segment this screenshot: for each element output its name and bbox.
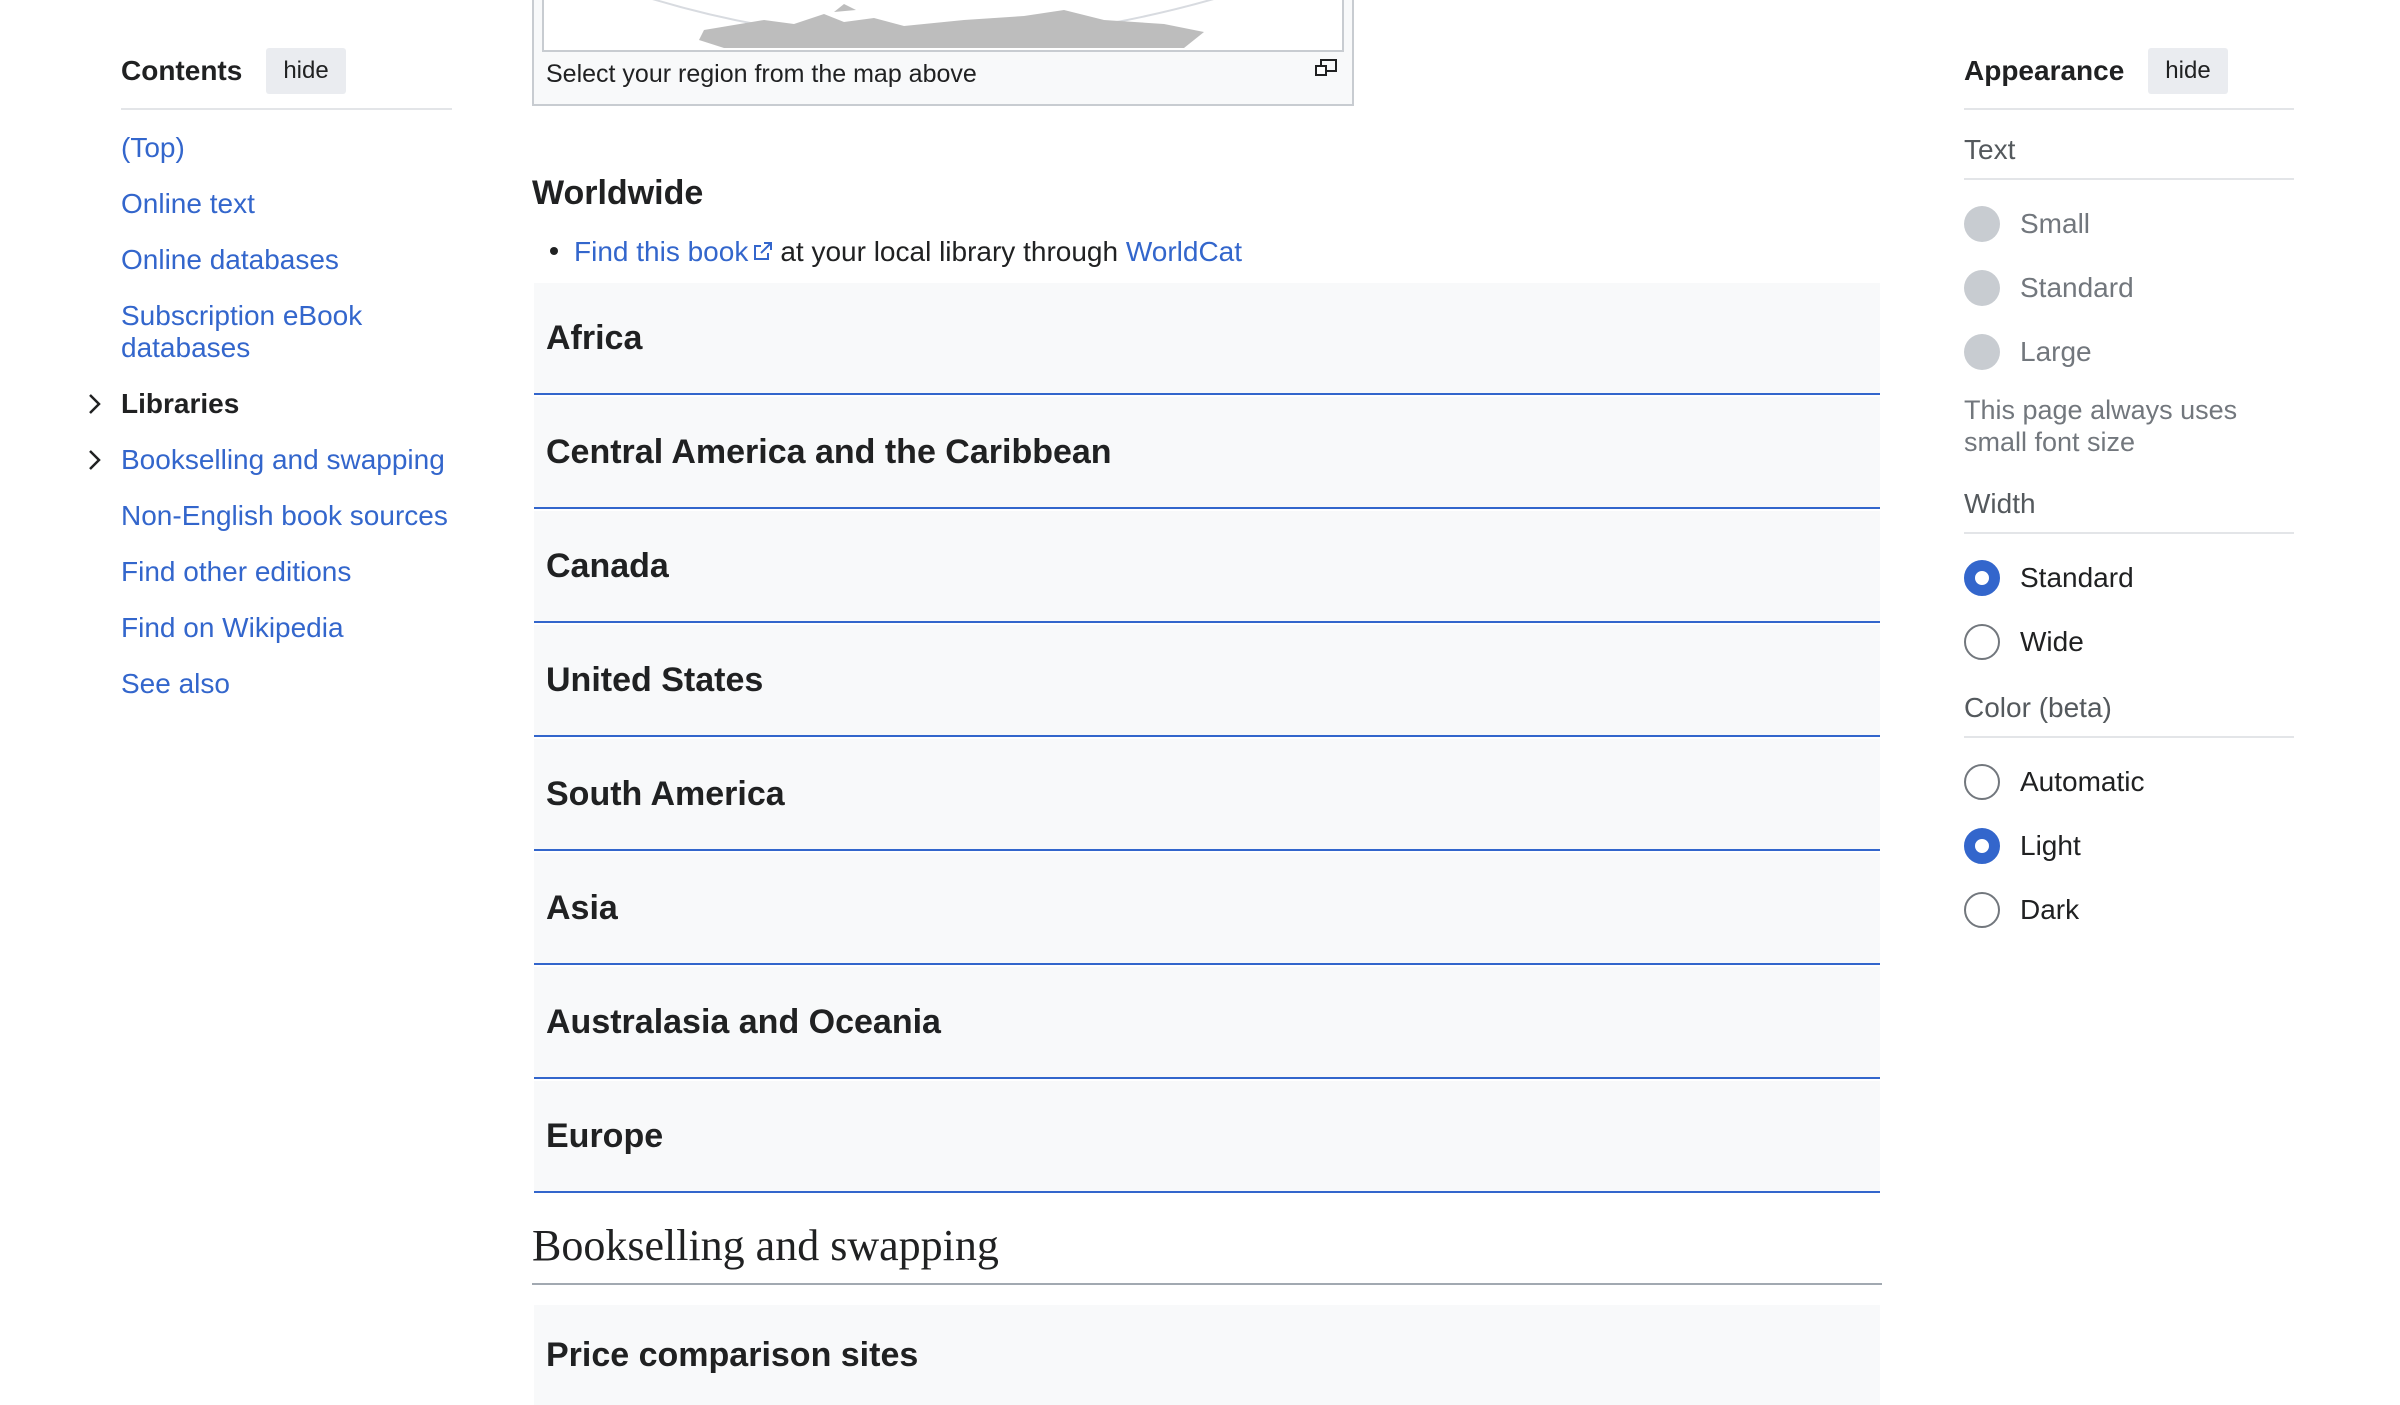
radio-selected-icon[interactable]	[1964, 828, 2000, 864]
worldwide-text: at your local library through	[780, 236, 1119, 267]
toc-hide-button[interactable]: hide	[266, 48, 346, 94]
price-comparison-sites[interactable]: Price comparison sites	[534, 1305, 1880, 1405]
width-standard-option[interactable]: Standard	[1964, 558, 2294, 598]
option-label: Small	[2020, 208, 2091, 239]
radio-unselected-icon[interactable]	[1964, 764, 2000, 800]
appearance-panel: Appearance hide Text Small Standard Larg…	[1964, 46, 2294, 930]
color-automatic-option[interactable]: Automatic	[1964, 762, 2294, 802]
radio-disabled-icon	[1964, 206, 2000, 242]
text-size-small-option: Small	[1964, 204, 2294, 244]
region-asia[interactable]: Asia	[534, 853, 1880, 965]
toc-item-find-on-wikipedia[interactable]: Find on Wikipedia	[121, 612, 452, 644]
radio-unselected-icon[interactable]	[1964, 892, 2000, 928]
width-wide-option[interactable]: Wide	[1964, 622, 2294, 662]
bullet-icon	[550, 246, 558, 255]
toc-item-label: Libraries	[121, 388, 240, 419]
radio-disabled-icon	[1964, 270, 2000, 306]
worldcat-link[interactable]: WorldCat	[1126, 236, 1242, 267]
region-list: Africa Central America and the Caribbean…	[534, 283, 1880, 1195]
option-label: Wide	[2020, 626, 2084, 657]
option-label: Light	[2020, 830, 2081, 861]
option-label: Large	[2020, 336, 2092, 367]
toc-header: Contents hide	[121, 46, 452, 110]
toc-item-top[interactable]: (Top)	[121, 132, 452, 164]
toc-item-bookselling-and-swapping[interactable]: Bookselling and swapping	[89, 444, 452, 476]
toc-item-see-also[interactable]: See also	[121, 668, 452, 700]
toc-item-online-text[interactable]: Online text	[121, 188, 452, 220]
appearance-header: Appearance hide	[1964, 46, 2294, 110]
radio-unselected-icon[interactable]	[1964, 624, 2000, 660]
toc-item-non-english-book-sources[interactable]: Non-English book sources	[121, 500, 452, 532]
region-map-figure: Select your region from the map above	[532, 0, 1354, 106]
table-of-contents: Contents hide (Top) Online text Online d…	[89, 46, 452, 724]
region-africa[interactable]: Africa	[534, 283, 1880, 395]
toc-item-label: Bookselling and swapping	[121, 444, 445, 475]
external-link-icon	[754, 241, 773, 260]
region-europe[interactable]: Europe	[534, 1081, 1880, 1193]
toc-item-subscription-ebook-databases[interactable]: Subscription eBook databases	[121, 300, 452, 364]
map-caption: Select your region from the map above	[546, 60, 977, 88]
color-dark-option[interactable]: Dark	[1964, 890, 2294, 930]
appearance-hide-button[interactable]: hide	[2148, 48, 2228, 94]
color-light-option[interactable]: Light	[1964, 826, 2294, 866]
find-this-book-link[interactable]: Find this book	[574, 236, 748, 267]
option-label: Standard	[2020, 272, 2134, 303]
option-label: Dark	[2020, 894, 2080, 925]
region-united-states[interactable]: United States	[534, 625, 1880, 737]
radio-selected-icon[interactable]	[1964, 560, 2000, 596]
region-canada[interactable]: Canada	[534, 511, 1880, 623]
width-label: Width	[1964, 488, 2294, 534]
region-australasia-oceania[interactable]: Australasia and Oceania	[534, 967, 1880, 1079]
bookselling-section-heading: Bookselling and swapping	[532, 1220, 1882, 1285]
world-map-image[interactable]	[542, 0, 1344, 52]
appearance-title: Appearance	[1964, 55, 2125, 86]
text-size-standard-option: Standard	[1964, 268, 2294, 308]
region-south-america[interactable]: South America	[534, 739, 1880, 851]
worldwide-heading: Worldwide	[532, 174, 704, 212]
option-label: Standard	[2020, 562, 2134, 593]
chevron-right-icon[interactable]	[85, 392, 105, 416]
toc-title: Contents	[121, 55, 243, 86]
toc-item-online-databases[interactable]: Online databases	[121, 244, 452, 276]
enlarge-icon[interactable]	[1314, 58, 1338, 78]
region-central-america-caribbean[interactable]: Central America and the Caribbean	[534, 397, 1880, 509]
world-map-graphic	[652, 0, 1214, 48]
text-size-large-option: Large	[1964, 332, 2294, 372]
chevron-right-icon[interactable]	[85, 448, 105, 472]
toc-list: (Top) Online text Online databases Subsc…	[89, 132, 452, 700]
radio-disabled-icon	[1964, 334, 2000, 370]
toc-item-libraries[interactable]: Libraries	[89, 388, 452, 420]
color-label: Color (beta)	[1964, 692, 2294, 738]
toc-item-find-other-editions[interactable]: Find other editions	[121, 556, 452, 588]
worldwide-list-item: Find this book at your local library thro…	[550, 236, 1242, 268]
option-label: Automatic	[2020, 766, 2145, 797]
text-size-note: This page always uses small font size	[1964, 395, 2238, 457]
text-size-label: Text	[1964, 134, 2294, 180]
